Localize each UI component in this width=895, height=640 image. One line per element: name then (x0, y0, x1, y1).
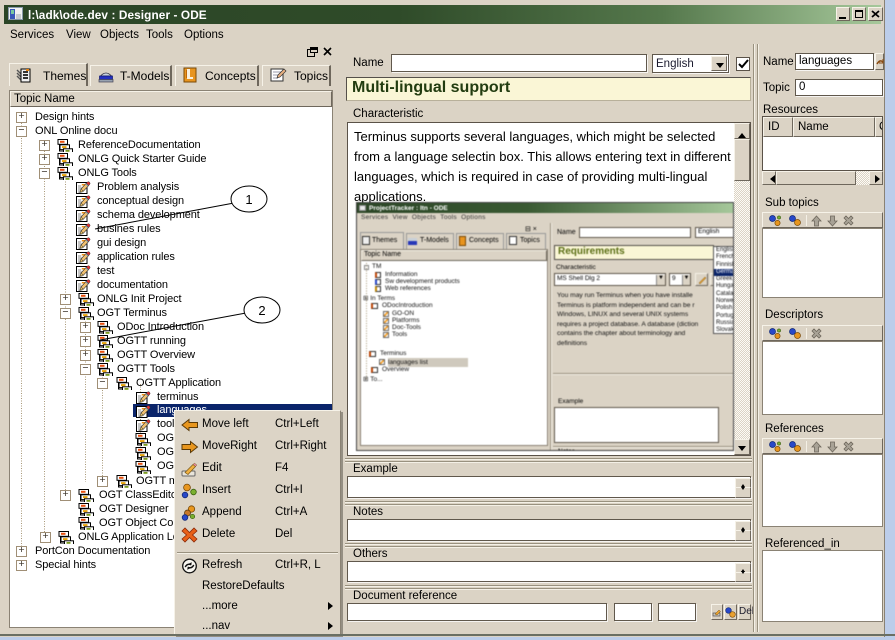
svg-text:2: 2 (258, 303, 265, 318)
svg-text:1: 1 (245, 192, 252, 207)
